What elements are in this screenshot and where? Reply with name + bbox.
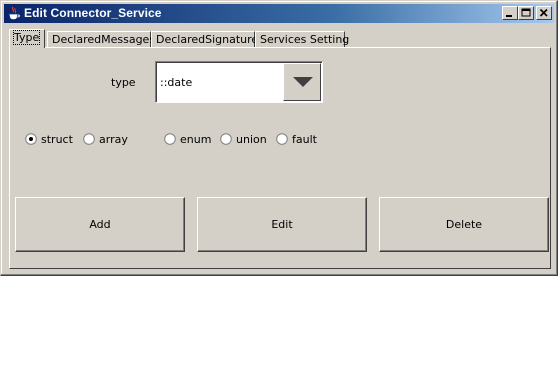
tab-declared-signatures[interactable]: DeclaredSignatures (151, 31, 264, 47)
minimize-button[interactable] (502, 6, 518, 20)
radio-label-enum: enum (180, 133, 212, 146)
type-dropdown-button[interactable] (283, 63, 321, 101)
edit-button[interactable]: Edit (197, 197, 367, 252)
type-combobox[interactable]: ::date (155, 61, 323, 103)
maximize-icon (521, 8, 531, 17)
close-button[interactable] (536, 6, 552, 20)
radio-unchecked-icon (220, 133, 232, 145)
tab-type[interactable]: Type (9, 29, 45, 48)
chevron-down-icon (293, 77, 313, 87)
add-button-label: Add (89, 218, 111, 231)
title-bar[interactable]: Edit Connector_Service (4, 4, 554, 23)
tab-declared-messages[interactable]: DeclaredMessages (47, 31, 155, 47)
delete-button[interactable]: Delete (379, 197, 549, 252)
edit-connector-window: Edit Connector_Service Type DeclaredMess… (0, 0, 558, 276)
radio-label-fault: fault (292, 133, 317, 146)
radio-label-struct: struct (41, 133, 73, 146)
radio-label-union: union (236, 133, 267, 146)
maximize-button[interactable] (518, 6, 534, 20)
delete-button-label: Delete (445, 218, 483, 231)
radio-unchecked-icon (276, 133, 288, 145)
radio-checked-icon (25, 133, 37, 145)
java-cup-icon (8, 6, 20, 20)
add-button[interactable]: Add (15, 197, 185, 252)
tab-label-services-setting: Services Setting (260, 33, 350, 46)
type-label: type (111, 76, 136, 89)
minimize-icon (506, 15, 512, 17)
tab-label-declared-messages: DeclaredMessages (52, 33, 156, 46)
radio-unchecked-icon (164, 133, 176, 145)
tab-label-declared-signatures: DeclaredSignatures (156, 33, 264, 46)
radio-label-array: array (99, 133, 128, 146)
window-title: Edit Connector_Service (24, 6, 162, 20)
tab-label-type: Type (12, 30, 41, 45)
tab-services-setting[interactable]: Services Setting (255, 31, 349, 47)
edit-button-label: Edit (271, 218, 293, 231)
radio-unchecked-icon (83, 133, 95, 145)
type-combobox-value: ::date (160, 76, 193, 89)
close-icon (539, 8, 548, 17)
